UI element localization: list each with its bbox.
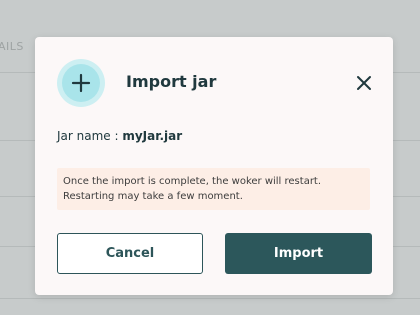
header-icon-badge <box>57 59 105 107</box>
background-divider <box>0 298 420 299</box>
close-button[interactable] <box>355 74 373 92</box>
jar-name-value: myJar.jar <box>122 129 183 143</box>
restart-notice: Once the import is complete, the woker w… <box>57 168 370 210</box>
import-button[interactable]: Import <box>225 233 372 274</box>
notice-text-line: Once the import is complete, the woker w… <box>63 176 322 187</box>
close-icon[interactable] <box>355 74 373 92</box>
jar-name-label: Jar name : <box>57 129 123 143</box>
dialog-title: Import jar <box>126 72 217 91</box>
cancel-button[interactable]: Cancel <box>57 233 203 274</box>
plus-icon <box>71 73 91 93</box>
background-column-header: AILS <box>0 40 24 53</box>
jar-name-row: Jar name : myJar.jar <box>57 129 182 143</box>
notice-text-line: Restarting may take a few moment. <box>63 191 243 202</box>
import-jar-dialog: Import jar Jar name : myJar.jar Once the… <box>35 37 393 295</box>
